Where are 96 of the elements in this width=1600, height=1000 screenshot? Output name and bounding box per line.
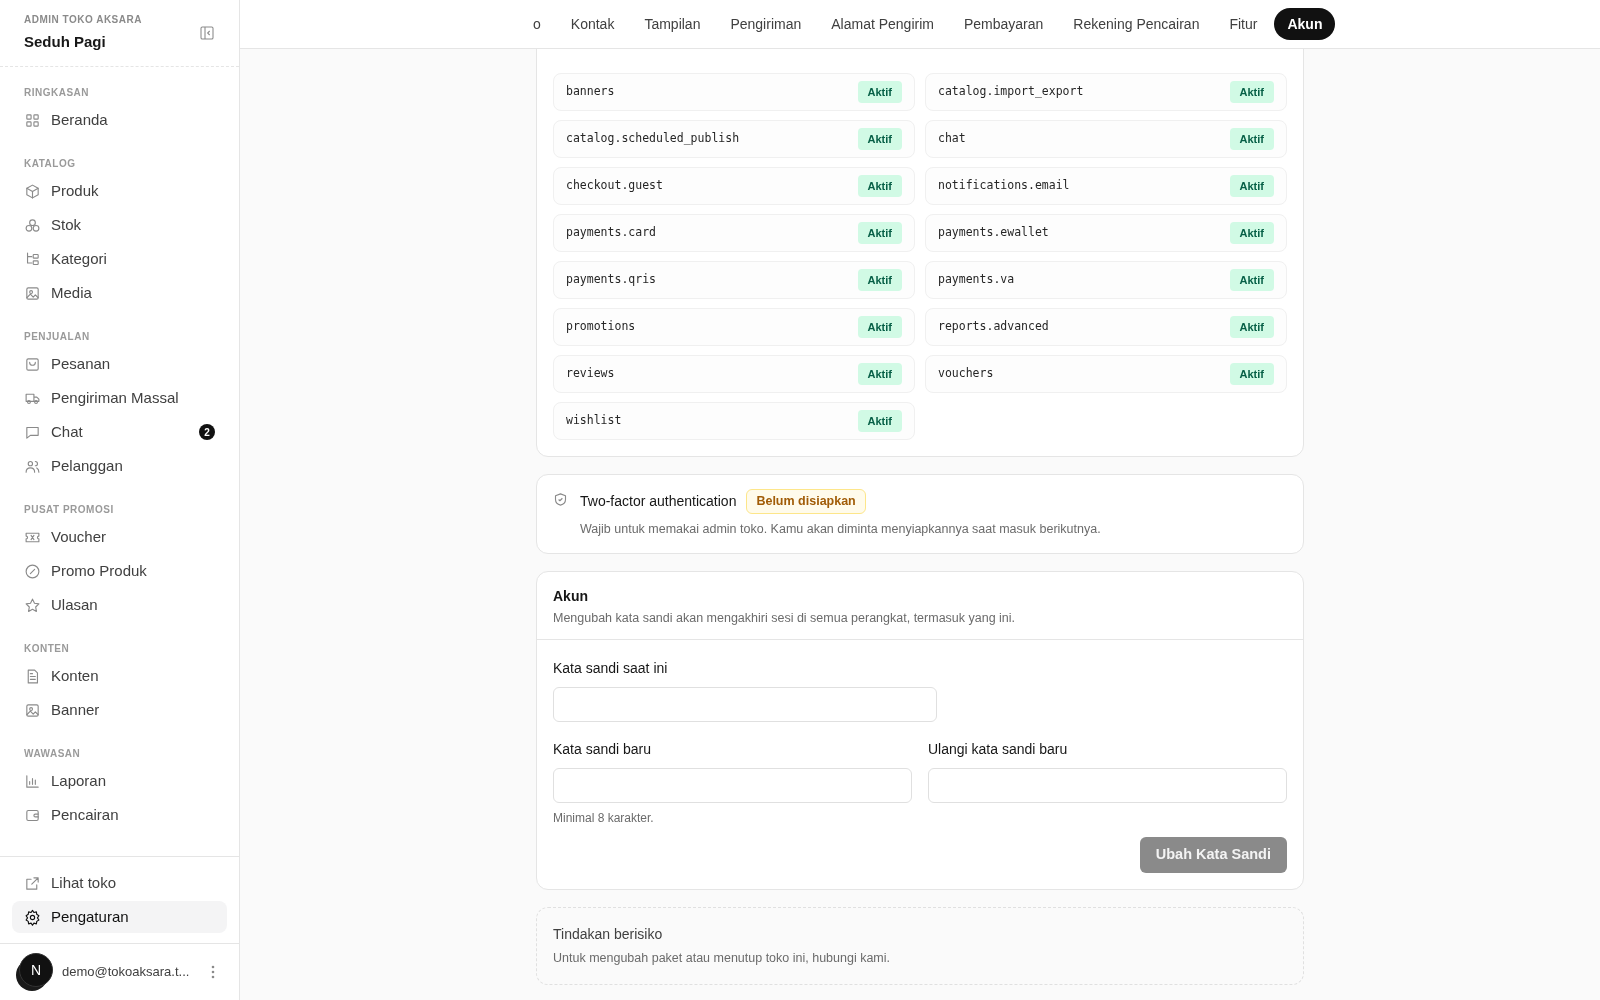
section-heading: PUSAT PROMOSI [23, 503, 115, 517]
section-title: Tindakan berisiko [553, 925, 664, 945]
sidebar-item[interactable]: Pengaturan [12, 901, 227, 933]
status-badge: Aktif [857, 127, 902, 151]
status-badge: Aktif [857, 80, 902, 104]
section-heading: RINGKASAN [23, 86, 91, 100]
status-badge: Aktif [1229, 268, 1274, 292]
settings-tab[interactable]: Pengiriman [717, 8, 815, 40]
status-badge: Aktif [1229, 315, 1274, 339]
feature-name: promotions [566, 318, 636, 336]
feature-name: vouchers [938, 365, 994, 383]
field-label: Ulangi kata sandi baru [928, 740, 1069, 760]
settings-tab[interactable]: Alamat Pengirim [818, 8, 947, 40]
password-field[interactable] [928, 768, 1287, 804]
circles-icon [24, 216, 41, 234]
section-heading: KONTEN [23, 642, 71, 656]
status-badge: Aktif [1229, 174, 1274, 198]
count-badge: 2 [199, 424, 215, 440]
more-icon[interactable] [211, 965, 215, 979]
sidebar-item[interactable]: Pesanan [12, 348, 227, 380]
image-icon [24, 284, 41, 302]
section-description: Mengubah kata sandi akan mengakhiri sesi di semua perangkat, termasuk yang ini. [553, 609, 1017, 627]
sidebar-item[interactable]: Beranda [12, 104, 227, 136]
password-field[interactable] [553, 768, 912, 804]
settings-tab[interactable]: Kontak [557, 8, 628, 40]
feature-name: payments.va [938, 271, 1015, 289]
sidebar-item[interactable]: Banner [12, 694, 227, 726]
section-heading: WAWASAN [23, 747, 82, 761]
section-heading: KATALOG [23, 157, 77, 171]
feature-name: reports.advanced [938, 318, 1049, 336]
bag-icon [24, 355, 41, 373]
field-hint: Minimal 8 karakter. [553, 810, 655, 828]
field-label: Kata sandi saat ini [553, 659, 669, 679]
settings-tab[interactable]: Pembayaran [950, 8, 1057, 40]
sidebar-item[interactable]: Pencairan [12, 799, 227, 831]
two-factor-title: Two-factor authentication [580, 491, 737, 511]
sidebar-item[interactable]: Media [12, 277, 227, 309]
sidebar-item[interactable]: Pengiriman Massal [12, 382, 227, 414]
field-label: Kata sandi baru [553, 740, 653, 760]
sidebar-item[interactable]: Voucher [12, 521, 227, 553]
external-link-icon [24, 874, 41, 892]
collapse-sidebar-icon[interactable] [199, 25, 215, 41]
settings-tab[interactable]: Fitur [1216, 8, 1271, 40]
sidebar-item[interactable]: Pelanggan [12, 450, 227, 482]
feature-name: banners [566, 83, 615, 101]
sidebar-item[interactable]: Chat 2 [12, 416, 227, 448]
feature-name: catalog.import_export [938, 83, 1084, 101]
feature-name: wishlist [566, 412, 622, 430]
status-badge: Aktif [857, 409, 902, 433]
feature-name: payments.qris [566, 271, 656, 289]
section-heading: PENJUALAN [23, 330, 91, 344]
status-badge: Aktif [857, 268, 902, 292]
sidebar-item[interactable]: Ulasan [12, 589, 227, 621]
hierarchy-icon [24, 250, 41, 268]
feature-name: checkout.guest [566, 177, 663, 195]
settings-tab[interactable]: o [520, 8, 554, 40]
box-icon [24, 182, 41, 200]
section-description: Untuk mengubah paket atau menutup toko ini, hubungi kami. [553, 950, 892, 968]
feature-name: chat [938, 130, 966, 148]
settings-tab[interactable]: Tampilan [631, 8, 714, 40]
password-field[interactable] [553, 687, 937, 723]
feature-name: catalog.scheduled_publish [566, 130, 740, 148]
two-factor-description: Wajib untuk memakai admin toko. Kamu akan diminta menyiapkannya saat masuk berikutnya. [580, 520, 1101, 538]
status-badge: Belum disiapkan [746, 489, 866, 514]
sidebar-item[interactable]: Produk [12, 175, 227, 207]
store-label: ADMIN TOKO AKSARA [24, 13, 142, 28]
section-title: Akun [553, 586, 589, 606]
image-icon [24, 701, 41, 719]
grid-icon [24, 111, 41, 129]
status-badge: Aktif [1229, 80, 1274, 104]
status-badge: Aktif [857, 174, 902, 198]
sidebar-item[interactable]: Kategori [12, 243, 227, 275]
bar-chart-icon [24, 772, 41, 790]
status-badge: Aktif [857, 315, 902, 339]
sidebar-item[interactable]: Stok [12, 209, 227, 241]
store-name: Seduh Pagi [24, 32, 107, 53]
sidebar-item[interactable]: Laporan [12, 765, 227, 797]
status-badge: Aktif [1229, 362, 1274, 386]
status-badge: Aktif [857, 221, 902, 245]
avatar[interactable]: N [19, 953, 53, 987]
sidebar-item[interactable]: Konten [12, 660, 227, 692]
feature-name: payments.ewallet [938, 224, 1049, 242]
settings-tab[interactable]: Akun [1274, 8, 1336, 40]
status-badge: Aktif [857, 362, 902, 386]
status-badge: Aktif [1229, 221, 1274, 245]
settings-icon [24, 908, 41, 926]
feature-name: notifications.email [938, 177, 1070, 195]
status-badge: Aktif [1229, 127, 1274, 151]
feature-name: payments.card [566, 224, 656, 242]
sidebar-item[interactable]: Promo Produk [12, 555, 227, 587]
shield-icon [553, 492, 568, 507]
star-icon [24, 596, 41, 614]
feature-name: reviews [566, 365, 615, 383]
settings-tab[interactable]: Rekening Pencairan [1060, 8, 1213, 40]
sidebar-item[interactable]: Lihat toko [12, 867, 227, 899]
user-email: demo@tokoaksara.t... [62, 963, 191, 982]
